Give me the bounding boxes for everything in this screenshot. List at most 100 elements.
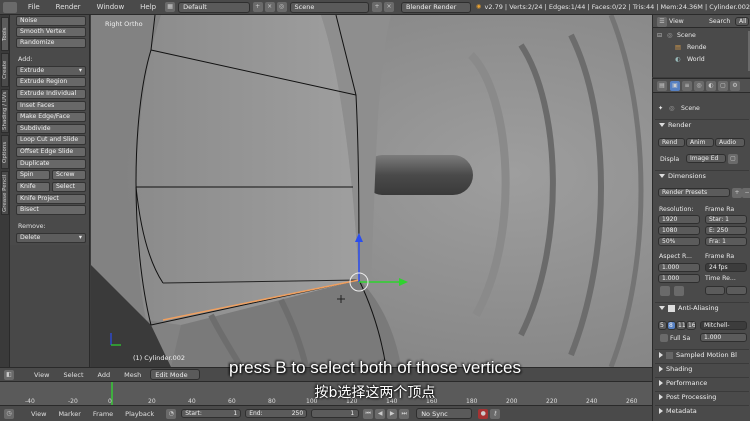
tab-tools[interactable]: Tools (1, 17, 9, 51)
frame-end-field[interactable]: E: 250 (705, 226, 747, 235)
resolution-y-field[interactable]: 1080 (658, 226, 700, 235)
sync-dropdown[interactable]: No Sync (416, 408, 473, 419)
extrude-dropdown[interactable]: Extrude ▾ (16, 66, 86, 76)
screen-layout-dropdown[interactable]: Default (178, 1, 250, 13)
timeline-menu-playback[interactable]: Playback (119, 410, 160, 418)
fps-dropdown[interactable]: 24 fps (705, 263, 747, 272)
aa-samples-16[interactable]: 16 (686, 321, 696, 330)
tab-shading-uvs[interactable]: Shading / UVs (1, 89, 9, 133)
modifiers-tab-icon[interactable]: ⚙ (730, 81, 740, 91)
menu-file[interactable]: File (20, 3, 48, 11)
render-panel-header[interactable]: Render (655, 119, 749, 130)
knife-button[interactable]: Knife (16, 182, 50, 192)
outliner-item-scene[interactable]: Scene (677, 32, 696, 39)
display-dropdown[interactable]: Image Ed (686, 154, 726, 163)
make-edge-face-button[interactable]: Make Edge/Face (16, 112, 86, 122)
keying-set-icon[interactable]: ⚷ (490, 408, 501, 419)
sampled-motion-blur-header[interactable]: Sampled Motion Bl (655, 349, 749, 360)
time-new-field[interactable] (726, 286, 747, 295)
menu-help[interactable]: Help (132, 3, 164, 11)
add-layout-icon[interactable]: + (252, 2, 263, 12)
viewport-menu-select[interactable]: Select (56, 371, 90, 379)
jump-start-icon[interactable]: ⏮ (363, 408, 374, 419)
render-presets-dropdown[interactable]: Render Presets (658, 188, 730, 197)
time-old-field[interactable] (705, 286, 725, 295)
resolution-percent-field[interactable]: 50% (658, 237, 700, 246)
mode-dropdown[interactable]: Edit Mode (150, 369, 201, 380)
noise-button[interactable]: Noise (16, 16, 86, 26)
end-frame-field[interactable]: End: 250 (245, 409, 308, 418)
play-reverse-icon[interactable]: ◀ (375, 408, 386, 419)
outliner-editor-icon[interactable]: ☰ (657, 17, 667, 27)
border-checkbox[interactable] (660, 286, 670, 296)
preview-range-icon[interactable]: ◔ (166, 408, 177, 419)
metadata-panel-header[interactable]: Metadata (655, 405, 749, 416)
outliner-view-menu[interactable]: View (669, 18, 684, 25)
render-tab-icon[interactable]: ▣ (670, 81, 680, 91)
extrude-region-button[interactable]: Extrude Region (16, 77, 86, 87)
info-editor-icon[interactable] (3, 1, 17, 13)
delete-dropdown[interactable]: Delete ▾ (16, 233, 86, 243)
anti-aliasing-checkbox[interactable] (668, 304, 675, 312)
start-frame-field[interactable]: Start: 1 (181, 409, 242, 418)
world-tab-icon[interactable]: ◐ (706, 81, 716, 91)
extrude-individual-button[interactable]: Extrude Individual (16, 89, 86, 99)
aa-samples-5[interactable]: 5 (658, 321, 667, 330)
viewport-menu-add[interactable]: Add (91, 371, 118, 379)
close-layout-icon[interactable]: × (264, 2, 275, 12)
menu-window[interactable]: Window (89, 3, 133, 11)
performance-panel-header[interactable]: Performance (655, 377, 749, 388)
resolution-x-field[interactable]: 1920 (658, 215, 700, 224)
smooth-vertex-button[interactable]: Smooth Vertex (16, 27, 86, 37)
close-scene-icon[interactable]: × (384, 2, 394, 12)
inset-faces-button[interactable]: Inset Faces (16, 101, 86, 111)
scene-tab-icon[interactable]: ◎ (694, 81, 704, 91)
jump-end-icon[interactable]: ⏭ (399, 408, 410, 419)
remove-preset-icon[interactable]: − (742, 188, 750, 198)
viewport-editor-icon[interactable]: ◧ (4, 369, 14, 380)
timeline-area[interactable]: -40 -20 0 20 40 60 80 100 120 140 160 18… (0, 381, 652, 406)
duplicate-button[interactable]: Duplicate (16, 159, 86, 169)
3d-viewport[interactable]: Right Ortho (1) Cylinder.002 (91, 15, 652, 367)
filter-size-field[interactable]: 1.000 (700, 333, 747, 342)
subdivide-button[interactable]: Subdivide (16, 124, 86, 134)
outliner-item-render[interactable]: Rende (687, 44, 706, 51)
shading-panel-header[interactable]: Shading (655, 363, 749, 374)
lock-interface-icon[interactable]: ▢ (728, 154, 738, 164)
expand-scene-icon[interactable]: ⊟ (657, 32, 662, 39)
timeline-menu-view[interactable]: View (25, 410, 52, 418)
knife-project-button[interactable]: Knife Project (16, 194, 86, 204)
tab-create[interactable]: Create (1, 53, 9, 87)
knife-select-button[interactable]: Select (52, 182, 86, 192)
tab-grease-pencil[interactable]: Grease Pencil (1, 171, 9, 215)
offset-edge-slide-button[interactable]: Offset Edge Slide (16, 147, 86, 157)
motion-blur-checkbox[interactable] (666, 351, 673, 359)
screw-button[interactable]: Screw (52, 170, 86, 180)
scene-dropdown[interactable]: Scene (289, 1, 370, 13)
object-tab-icon[interactable]: ▢ (718, 81, 728, 91)
aa-samples-11[interactable]: 11 (676, 321, 686, 330)
anti-aliasing-panel-header[interactable]: Anti-Aliasing (655, 302, 749, 313)
tab-options[interactable]: Options (1, 135, 9, 169)
render-still-button[interactable]: Rend (658, 138, 685, 147)
add-preset-icon[interactable]: + (732, 188, 742, 198)
aa-filter-dropdown[interactable]: Mitchell- (700, 321, 747, 330)
play-icon[interactable]: ▶ (387, 408, 398, 419)
record-icon[interactable]: ● (478, 408, 489, 419)
add-scene-icon[interactable]: + (372, 2, 383, 12)
timeline-menu-marker[interactable]: Marker (52, 410, 86, 418)
outliner-item-world[interactable]: World (687, 56, 705, 63)
render-engine-dropdown[interactable]: Blender Render (400, 1, 471, 13)
properties-editor-icon[interactable]: ▤ (657, 81, 667, 91)
timeline-editor-icon[interactable]: ◷ (4, 408, 14, 419)
spin-button[interactable]: Spin (16, 170, 50, 180)
post-processing-panel-header[interactable]: Post Processing (655, 391, 749, 402)
viewport-scene[interactable] (91, 15, 652, 367)
full-sample-checkbox[interactable] (660, 334, 668, 342)
viewport-menu-view[interactable]: View (27, 371, 56, 379)
aspect-x-field[interactable]: 1.000 (658, 263, 700, 272)
outliner-search-menu[interactable]: Search (709, 18, 730, 25)
render-layers-tab-icon[interactable]: ≡ (682, 81, 692, 91)
viewport-menu-mesh[interactable]: Mesh (117, 371, 148, 379)
dimensions-panel-header[interactable]: Dimensions (655, 170, 749, 181)
